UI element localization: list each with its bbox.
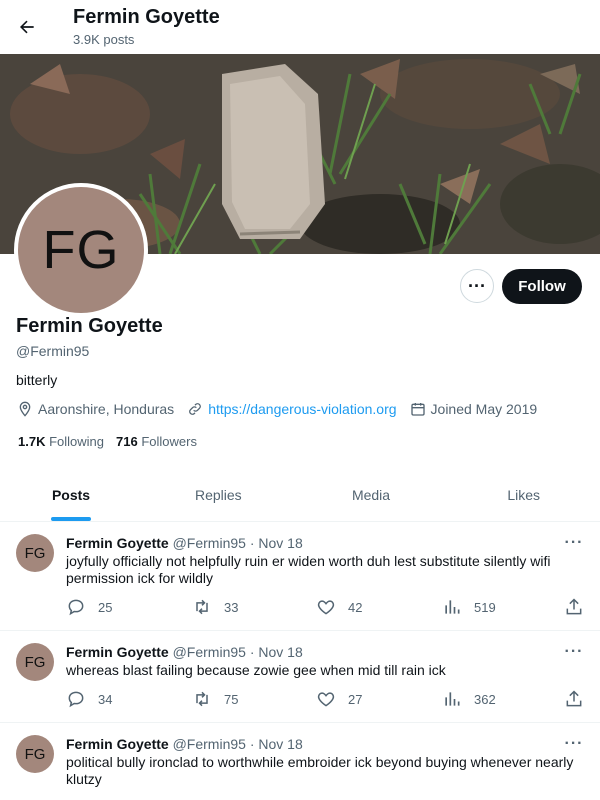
following-link[interactable]: 1.7K Following xyxy=(18,434,104,449)
retweet-count: 33 xyxy=(224,599,239,615)
tab-likes[interactable]: Likes xyxy=(447,468,600,521)
reply-icon xyxy=(68,691,84,708)
tweet-handle-date: @Fermin95 · Nov 18 xyxy=(172,644,303,660)
profile-website[interactable]: https://dangerous-violation.org xyxy=(186,400,397,418)
following-label: Following xyxy=(49,434,105,449)
reply-icon xyxy=(68,599,84,616)
views-button[interactable]: 519 xyxy=(442,597,496,617)
follow-stats: 1.7K Following 716 Followers xyxy=(18,434,209,449)
link-icon xyxy=(186,400,204,418)
tweet[interactable]: FG Fermin Goyette @Fermin95 · Nov 18 ···… xyxy=(0,522,600,631)
tab-media[interactable]: Media xyxy=(295,468,448,521)
view-count: 519 xyxy=(474,599,496,615)
like-button[interactable]: 27 xyxy=(316,689,362,709)
tweet-author-name[interactable]: Fermin Goyette xyxy=(66,535,169,551)
header-title: Fermin Goyette xyxy=(73,6,220,28)
tweet-actions: 34 75 27 362 xyxy=(66,689,586,709)
tweet-handle-date: @Fermin95 · Nov 18 xyxy=(172,535,303,551)
joined-text: Joined May 2019 xyxy=(430,401,538,417)
tweet-header: Fermin Goyette @Fermin95 · Nov 18 xyxy=(66,535,303,551)
tweet-avatar[interactable]: FG xyxy=(16,643,54,681)
heart-icon xyxy=(317,600,335,615)
profile-joined: Joined May 2019 xyxy=(409,400,538,418)
tweet-avatar[interactable]: FG xyxy=(16,735,54,773)
tweet-header: Fermin Goyette @Fermin95 · Nov 18 xyxy=(66,644,303,660)
views-icon xyxy=(445,692,460,706)
tweet-author-name[interactable]: Fermin Goyette xyxy=(66,736,169,752)
tweet-actions: 25 33 42 519 xyxy=(66,597,586,617)
profile-handle: @Fermin95 xyxy=(16,343,90,359)
profile-bio: bitterly xyxy=(16,372,58,388)
profile-meta: Aaronshire, Honduras https://dangerous-v… xyxy=(16,400,549,418)
tweet-more-button[interactable]: ··· xyxy=(564,643,584,660)
views-button[interactable]: 362 xyxy=(442,689,496,709)
retweet-button[interactable]: 75 xyxy=(192,689,238,709)
website-link[interactable]: https://dangerous-violation.org xyxy=(208,401,396,417)
arrow-left-icon xyxy=(20,20,34,34)
share-icon xyxy=(566,598,582,615)
tweet-avatar[interactable]: FG xyxy=(16,534,54,572)
profile-name: Fermin Goyette xyxy=(16,315,163,337)
retweet-icon xyxy=(196,691,208,707)
tweet[interactable]: FG Fermin Goyette @Fermin95 · Nov 18 ···… xyxy=(0,631,600,723)
share-button[interactable] xyxy=(564,689,596,709)
tweet[interactable]: FG Fermin Goyette @Fermin95 · Nov 18 ···… xyxy=(0,723,600,800)
tweet-header: Fermin Goyette @Fermin95 · Nov 18 xyxy=(66,736,303,752)
share-icon xyxy=(566,690,582,707)
calendar-icon xyxy=(409,400,427,418)
tweet-author-name[interactable]: Fermin Goyette xyxy=(66,644,169,660)
following-count: 1.7K xyxy=(18,434,46,449)
reply-count: 25 xyxy=(98,599,113,615)
profile-header: Fermin Goyette 3.9K posts xyxy=(0,0,600,54)
tweet-text: political bully ironclad to worthwhile e… xyxy=(66,754,574,787)
profile-tabs: Posts Replies Media Likes xyxy=(0,468,600,522)
tweet-text: joyfully officially not helpfully ruin e… xyxy=(66,553,551,586)
followers-count: 716 xyxy=(116,434,138,449)
view-count: 362 xyxy=(474,691,496,707)
heart-icon xyxy=(317,692,335,707)
tweet-text: whereas blast failing because zowie gee … xyxy=(66,662,446,678)
location-pin-icon xyxy=(16,400,34,418)
tab-posts[interactable]: Posts xyxy=(0,468,142,521)
retweet-count: 75 xyxy=(224,691,239,707)
tweet-more-button[interactable]: ··· xyxy=(564,534,584,551)
like-count: 42 xyxy=(348,599,363,615)
reply-button[interactable]: 25 xyxy=(66,597,112,617)
tweet-handle-date: @Fermin95 · Nov 18 xyxy=(172,736,303,752)
retweet-icon xyxy=(196,599,208,615)
retweet-button[interactable]: 33 xyxy=(192,597,238,617)
reply-button[interactable]: 34 xyxy=(66,689,112,709)
like-count: 27 xyxy=(348,691,363,707)
followers-link[interactable]: 716 Followers xyxy=(116,434,197,449)
profile-avatar[interactable]: FG xyxy=(14,183,148,317)
header-post-count: 3.9K posts xyxy=(73,32,135,47)
location-text: Aaronshire, Honduras xyxy=(38,401,175,417)
tab-replies[interactable]: Replies xyxy=(142,468,295,521)
tweet-more-button[interactable]: ··· xyxy=(564,735,584,752)
back-button[interactable] xyxy=(12,12,42,42)
follow-button[interactable]: Follow xyxy=(502,269,582,304)
like-button[interactable]: 42 xyxy=(316,597,362,617)
reply-count: 34 xyxy=(98,691,113,707)
profile-location: Aaronshire, Honduras xyxy=(16,400,174,418)
followers-label: Followers xyxy=(141,434,197,449)
more-options-button[interactable]: ··· xyxy=(460,269,494,303)
share-button[interactable] xyxy=(564,597,596,617)
views-icon xyxy=(445,600,460,614)
